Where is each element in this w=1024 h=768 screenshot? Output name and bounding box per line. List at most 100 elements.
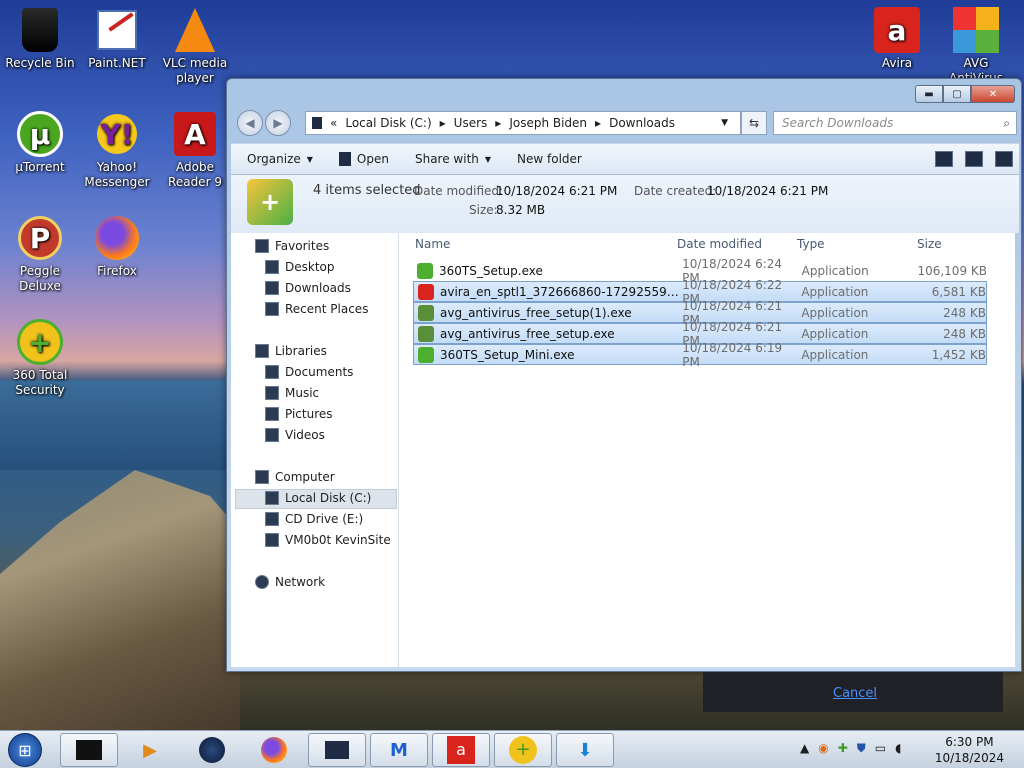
- breadcrumb-item[interactable]: Local Disk (C:): [345, 116, 431, 130]
- back-button[interactable]: ◀: [237, 110, 263, 136]
- nav-item-network-drive[interactable]: VM0b0t KevinSite: [265, 533, 391, 547]
- help-icon[interactable]: [995, 151, 1013, 167]
- breadcrumb-separator-icon[interactable]: ▸: [595, 116, 601, 130]
- size-value: 8.32 MB: [496, 203, 546, 217]
- open-button[interactable]: Open: [338, 152, 389, 166]
- application-icon: [338, 152, 351, 166]
- taskbar-installer-button[interactable]: ⬇: [556, 733, 614, 767]
- chevron-down-icon[interactable]: ▼: [721, 118, 728, 128]
- desktop-icon-360-total-security[interactable]: + 360 Total Security: [0, 318, 80, 398]
- new-folder-button[interactable]: New folder: [517, 152, 582, 166]
- search-icon[interactable]: ⌕: [1003, 116, 1010, 131]
- desktop-icon-recycle-bin[interactable]: Recycle Bin: [0, 6, 80, 71]
- 360-icon: +: [509, 736, 537, 764]
- file-row[interactable]: 360TS_Setup_Mini.exe 10/18/2024 6:19 PM Ap…: [413, 341, 987, 369]
- breadcrumb-separator-icon[interactable]: ▸: [495, 116, 501, 130]
- adobe-icon: A: [171, 110, 219, 158]
- minimize-button[interactable]: ▬: [915, 85, 943, 103]
- desktop-icon-avg[interactable]: AVG AntiVirus: [936, 6, 1016, 86]
- date-modified-label: Date modified:: [414, 184, 504, 198]
- taskbar-firefox-button[interactable]: [246, 733, 302, 767]
- taskbar-globe-button[interactable]: [184, 733, 240, 767]
- cancel-link[interactable]: Cancel: [833, 686, 877, 701]
- preview-pane-icon[interactable]: [965, 151, 983, 167]
- column-header-size[interactable]: Size: [917, 233, 942, 255]
- nav-item-network[interactable]: Network: [255, 575, 325, 589]
- nav-item-favorites[interactable]: Favorites: [255, 239, 329, 253]
- desktop-icon-utorrent[interactable]: µ µTorrent: [0, 110, 80, 175]
- desktop-icon: [265, 260, 279, 274]
- nav-label: Network: [275, 575, 326, 589]
- column-header-type[interactable]: Type: [797, 233, 825, 255]
- navigation-bar: ◀ ▶ « Local Disk (C:) ▸ Users ▸ Joseph Bid…: [233, 109, 1017, 137]
- taskbar-avira-button[interactable]: a: [432, 733, 490, 767]
- nav-item-music[interactable]: Music: [265, 386, 319, 400]
- nav-label: Computer: [275, 470, 335, 484]
- nav-item-local-disk[interactable]: Local Disk (C:): [265, 491, 371, 505]
- desktop-icon-paint-net[interactable]: Paint.NET: [77, 6, 157, 71]
- desktop-icon-label: Adobe Reader 9: [168, 160, 222, 189]
- desktop-icon-label: µTorrent: [15, 160, 65, 174]
- nav-item-libraries[interactable]: Libraries: [255, 344, 327, 358]
- hard-drive-icon: [265, 491, 279, 505]
- desktop-icon-adobe-reader[interactable]: A Adobe Reader 9: [155, 110, 235, 190]
- desktop-icon-firefox[interactable]: Firefox: [77, 214, 157, 279]
- forward-button[interactable]: ▶: [265, 110, 291, 136]
- display-icon[interactable]: ▭: [875, 741, 886, 756]
- desktop-icon-label: 360 Total Security: [12, 368, 68, 397]
- breadcrumb-separator-icon[interactable]: ▸: [440, 116, 446, 130]
- avast-tray-icon[interactable]: ◉: [818, 741, 828, 756]
- organize-label: Organize: [247, 152, 301, 166]
- cd-drive-icon: [265, 512, 279, 526]
- taskbar-explorer-button[interactable]: [60, 733, 118, 767]
- address-bar[interactable]: « Local Disk (C:) ▸ Users ▸ Joseph Biden ▸ …: [305, 111, 741, 135]
- breadcrumb-item[interactable]: Joseph Biden: [509, 116, 587, 130]
- 360-tray-icon[interactable]: ✚: [838, 741, 848, 756]
- nav-label: Music: [285, 386, 320, 400]
- nav-item-desktop[interactable]: Desktop: [265, 260, 335, 274]
- file-date-modified: 10/18/2024 6:19 PM: [682, 340, 783, 369]
- share-with-button[interactable]: Share with ▼: [415, 152, 491, 166]
- taskbar-media-player-button[interactable]: ▶: [124, 733, 176, 767]
- column-header-name[interactable]: Name: [415, 233, 450, 255]
- desktop-icon-label: Paint.NET: [88, 56, 146, 70]
- desktop-icon-peggle[interactable]: P Peggle Deluxe: [0, 214, 80, 294]
- file-type: Application: [801, 263, 869, 278]
- avg-icon: [952, 6, 1000, 54]
- desktop-icon-avira[interactable]: a Avira: [857, 6, 937, 71]
- start-button[interactable]: ⊞: [8, 733, 42, 767]
- breadcrumb-item[interactable]: Downloads: [609, 116, 675, 130]
- search-input[interactable]: Search Downloads ⌕: [773, 111, 1017, 135]
- nav-item-recent-places[interactable]: Recent Places: [265, 302, 368, 316]
- breadcrumb-overflow[interactable]: «: [330, 116, 337, 130]
- organize-button[interactable]: Organize ▼: [247, 152, 313, 166]
- caption-buttons: ▬ ▢ ✕: [915, 85, 1015, 103]
- change-view-icon[interactable]: [935, 151, 953, 167]
- network-drive-icon: [265, 533, 279, 547]
- taskbar-malwarebytes-button[interactable]: M: [370, 733, 428, 767]
- desktop-icon-label: Firefox: [97, 264, 137, 278]
- back-arrow-icon: ◀: [245, 116, 255, 130]
- videos-icon: [265, 428, 279, 442]
- refresh-button[interactable]: ⇆: [741, 111, 767, 135]
- nav-item-cd-drive[interactable]: CD Drive (E:): [265, 512, 363, 526]
- volume-icon[interactable]: ◖: [895, 741, 901, 756]
- shield-icon[interactable]: ⛊: [857, 741, 866, 756]
- nav-item-documents[interactable]: Documents: [265, 365, 353, 379]
- clock[interactable]: 6:30 PM 10/18/2024: [935, 734, 1004, 766]
- nav-item-pictures[interactable]: Pictures: [265, 407, 333, 421]
- column-header-date-modified[interactable]: Date modified: [677, 233, 762, 255]
- close-button[interactable]: ✕: [971, 85, 1015, 103]
- details-pane: + 4 items selected Date modified: 10/18/…: [231, 175, 1019, 233]
- maximize-button[interactable]: ▢: [943, 85, 971, 103]
- breadcrumb-item[interactable]: Users: [454, 116, 488, 130]
- star-icon: [255, 239, 269, 253]
- taskbar-window-button[interactable]: [308, 733, 366, 767]
- nav-item-downloads[interactable]: Downloads: [265, 281, 351, 295]
- desktop-icon-yahoo[interactable]: Y! Yahoo! Messenger: [77, 110, 157, 190]
- nav-item-videos[interactable]: Videos: [265, 428, 325, 442]
- taskbar-360-button[interactable]: +: [494, 733, 552, 767]
- show-hidden-icons-icon[interactable]: ▲: [800, 741, 809, 756]
- nav-item-computer[interactable]: Computer: [255, 470, 335, 484]
- desktop-icon-vlc[interactable]: VLC media player: [155, 6, 235, 86]
